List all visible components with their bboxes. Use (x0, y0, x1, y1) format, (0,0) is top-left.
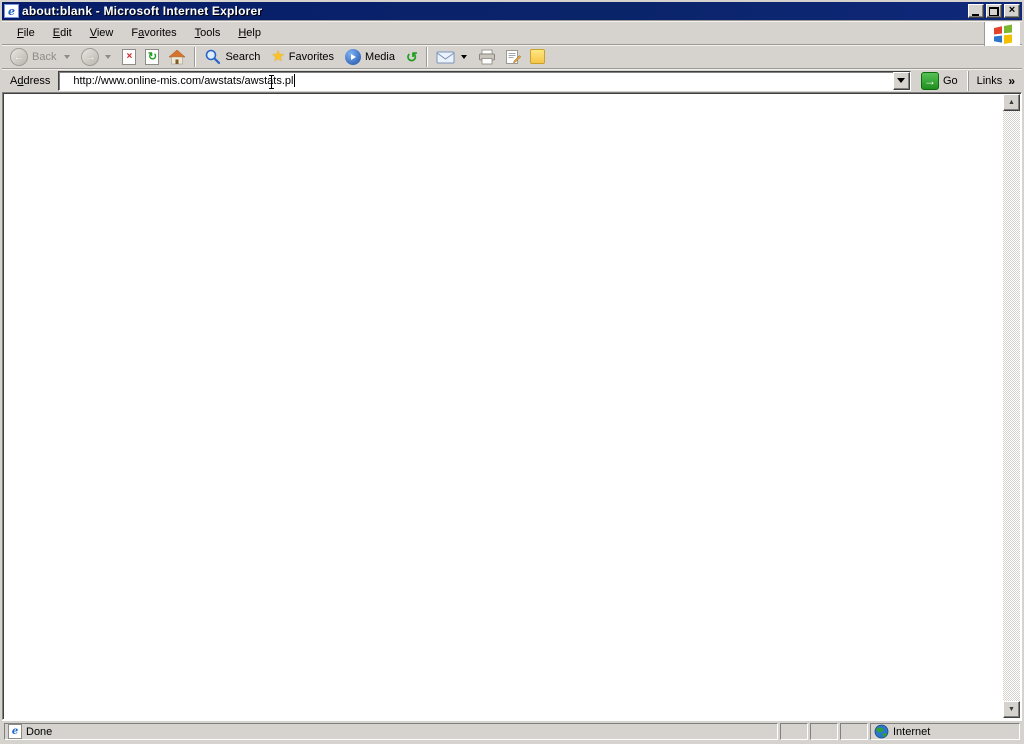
home-button[interactable] (164, 46, 190, 68)
menu-edit-post: dit (60, 26, 72, 39)
menu-tools-post: ools (200, 26, 221, 39)
menu-view-post: iew (96, 26, 114, 39)
print-icon (478, 49, 495, 64)
links-chevron-icon: » (1008, 73, 1015, 88)
links-label: Links (976, 74, 1003, 87)
address-dropdown-icon (897, 78, 906, 83)
menu-bar: File Edit View Favorites Tools Help (2, 20, 1022, 44)
menu-view[interactable]: View (81, 24, 123, 42)
media-icon (345, 48, 362, 65)
toolbar: ← Back → × ↻ Search ★ Favorites Media ↺ (2, 44, 1022, 68)
status-pane: e Done (4, 723, 778, 740)
scroll-up-button[interactable]: ▲ (1003, 94, 1020, 111)
refresh-button[interactable]: ↻ (141, 46, 163, 68)
title-bar[interactable]: e about:blank - Microsoft Internet Explo… (2, 2, 1022, 20)
menu-edit[interactable]: Edit (44, 24, 81, 42)
menu-file-post: ile (23, 26, 35, 39)
media-button[interactable]: Media (341, 46, 401, 68)
security-zone-pane: Internet (870, 723, 1020, 740)
notes-button[interactable] (526, 46, 549, 68)
home-icon (168, 49, 187, 64)
menu-help[interactable]: Help (229, 24, 270, 42)
windows-flag-icon (993, 24, 1012, 44)
menu-help-post: elp (246, 26, 261, 39)
restore-icon (989, 6, 999, 16)
status-pane-empty (780, 723, 808, 740)
search-label: Search (225, 50, 261, 63)
forward-button[interactable]: → (77, 46, 117, 68)
close-icon: × (1008, 4, 1016, 16)
search-icon (206, 49, 221, 65)
favorites-star-icon: ★ (271, 48, 285, 65)
address-input[interactable]: http://www.online-mis.com/awstats/awstat… (58, 70, 911, 91)
scroll-up-icon: ▲ (1008, 99, 1015, 106)
favorites-label: Favorites (288, 50, 335, 63)
back-icon: ← (10, 47, 28, 66)
page-status-icon: e (8, 724, 22, 739)
history-button[interactable]: ↺ (402, 46, 422, 68)
internet-globe-icon (874, 724, 889, 739)
stop-icon: × (122, 48, 137, 65)
browser-window: e about:blank - Microsoft Internet Explo… (0, 0, 1024, 744)
window-title: about:blank - Microsoft Internet Explore… (22, 4, 263, 18)
scroll-down-button[interactable]: ▼ (1003, 701, 1020, 718)
vertical-scrollbar[interactable]: ▲ ▼ (1003, 94, 1020, 718)
throbber (984, 22, 1020, 46)
status-pane-empty (810, 723, 838, 740)
print-button[interactable] (474, 46, 500, 68)
go-arrow-icon: → (920, 71, 939, 90)
menu-favorites-post: vorites (144, 26, 177, 39)
back-button[interactable]: ← Back (6, 46, 76, 68)
menu-edit-key: E (52, 26, 61, 39)
go-label: Go (942, 74, 958, 87)
go-button[interactable]: → Go (917, 71, 962, 90)
menu-view-key: V (89, 26, 97, 39)
address-dropdown-button[interactable] (892, 71, 910, 90)
close-button[interactable]: × (1004, 4, 1020, 18)
mail-button[interactable] (432, 46, 473, 68)
forward-icon: → (81, 47, 100, 66)
address-bar: Address http://www.online-mis.com/awstat… (2, 68, 1022, 92)
address-label: Address (10, 75, 52, 87)
ie-logo-icon: e (4, 4, 19, 18)
scroll-down-icon: ▼ (1008, 706, 1015, 713)
edit-icon (505, 49, 521, 64)
mail-icon (436, 51, 455, 63)
toolbar-separator (194, 46, 197, 67)
media-label: Media (365, 50, 395, 63)
stop-button[interactable]: × (118, 46, 140, 68)
menu-tools[interactable]: Tools (186, 24, 230, 42)
text-caret (294, 74, 296, 87)
menu-file[interactable]: File (8, 24, 44, 42)
forward-dropdown-icon (105, 54, 112, 59)
menu-file-key: F (17, 26, 24, 39)
page-content: ▲ ▼ (2, 92, 1022, 720)
ibeam-cursor (269, 74, 275, 89)
menu-favorites[interactable]: Favorites (122, 24, 185, 42)
links-bar[interactable]: Links » (967, 70, 1020, 91)
favorites-button[interactable]: ★ Favorites (267, 46, 340, 68)
status-bar: e Done Internet (2, 720, 1022, 742)
address-label-post: dress (23, 74, 51, 87)
minimize-icon (972, 7, 980, 16)
toolbar-separator (425, 46, 428, 67)
zone-label: Internet (893, 725, 931, 738)
mail-dropdown-icon (460, 54, 467, 59)
status-pane-empty (840, 723, 868, 740)
edit-button[interactable] (501, 46, 525, 68)
refresh-icon: ↻ (145, 48, 160, 65)
search-button[interactable]: Search (200, 46, 266, 68)
history-icon: ↺ (406, 48, 418, 65)
back-dropdown-icon (64, 54, 71, 59)
status-text: Done (26, 725, 53, 738)
notes-icon (529, 49, 545, 64)
minimize-button[interactable] (968, 4, 984, 18)
address-value: http://www.online-mis.com/awstats/awstat… (73, 74, 294, 87)
restore-button[interactable] (986, 4, 1002, 18)
back-label: Back (32, 50, 57, 63)
